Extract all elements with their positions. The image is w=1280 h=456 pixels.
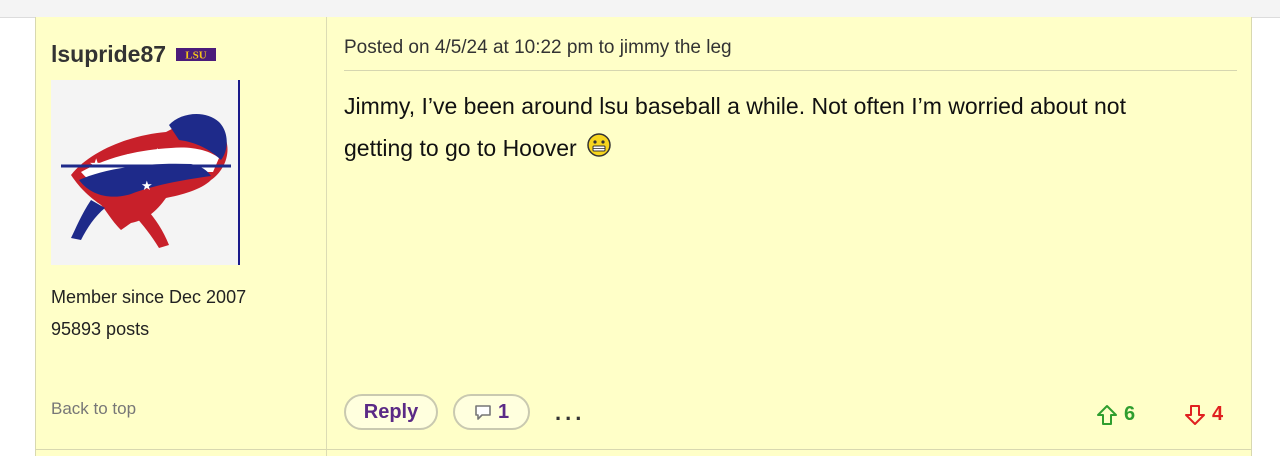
svg-text:★: ★ <box>151 146 164 162</box>
downvote-button[interactable]: 4 <box>1184 403 1223 426</box>
comment-bubble-icon <box>475 404 491 420</box>
upvote-count: 6 <box>1124 403 1136 425</box>
up-arrow-icon <box>1097 404 1117 425</box>
post-bottom-border <box>35 449 1252 450</box>
post-content-pane: Posted on 4/5/24 at 10:22 pm to jimmy th… <box>344 17 1237 456</box>
buffalo-icon: ★ ★ ★ ★ <box>51 80 238 265</box>
grimace-emoji-icon <box>587 133 611 157</box>
post-body-line-1: Jimmy, I’ve been around lsu baseball a w… <box>344 93 1126 119</box>
upvote-button[interactable]: 6 <box>1096 403 1135 426</box>
post-count: 95893 posts <box>51 319 150 339</box>
reply-label: Reply <box>363 400 419 423</box>
reply-button[interactable]: Reply <box>344 394 438 430</box>
post-header: Posted on 4/5/24 at 10:22 pm to jimmy th… <box>344 37 1237 71</box>
back-to-top-link[interactable]: Back to top <box>51 399 136 419</box>
post-body: Jimmy, I’ve been around lsu baseball a w… <box>344 85 1237 169</box>
top-bar <box>0 0 1280 18</box>
forum-post: lsupride87 LSU ★ ★ ★ Member since Dec 20… <box>35 17 1252 456</box>
username-row: lsupride87 LSU <box>51 41 217 68</box>
post-body-line-2: getting to go to Hoover <box>344 127 1237 169</box>
post-body-line-2-text: getting to go to Hoover <box>344 135 577 161</box>
comments-button[interactable]: 1 <box>453 394 530 430</box>
svg-text:★: ★ <box>141 179 153 194</box>
member-since: Member since Dec 2007 <box>51 287 247 307</box>
more-options-button[interactable]: ... <box>555 400 585 426</box>
username[interactable]: lsupride87 <box>51 41 166 68</box>
lsu-badge-text: LSU <box>185 50 206 62</box>
downvote-count: 4 <box>1212 403 1224 425</box>
down-arrow-icon <box>1185 404 1205 425</box>
user-avatar[interactable]: ★ ★ ★ ★ <box>51 80 240 265</box>
lsu-team-icon: LSU <box>176 48 217 62</box>
comment-count: 1 <box>497 400 510 423</box>
user-info-pane: lsupride87 LSU ★ ★ ★ Member since Dec 20… <box>36 17 327 456</box>
